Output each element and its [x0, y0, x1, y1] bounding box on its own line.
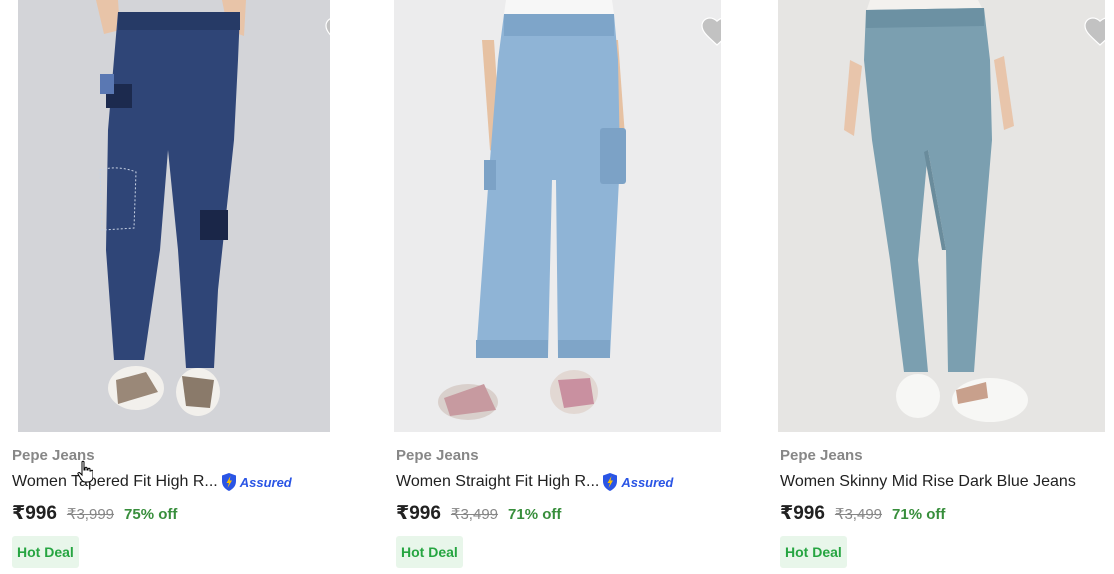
- assured-shield-icon: [221, 473, 236, 491]
- price-row: ₹996 ₹3,999 75% off: [12, 502, 177, 526]
- price-row: ₹996 ₹3,499 71% off: [780, 502, 945, 526]
- discount-percent: 71% off: [892, 506, 946, 523]
- selling-price: ₹996: [396, 503, 441, 524]
- hot-deal-badge: Hot Deal: [12, 536, 79, 568]
- original-price: ₹3,499: [834, 506, 883, 523]
- assured-badge: Assured: [601, 472, 673, 492]
- original-price: ₹3,999: [66, 506, 115, 523]
- product-title[interactable]: Women Tapered Fit High R...: [12, 473, 218, 491]
- discount-percent: 71% off: [508, 506, 562, 523]
- product-card[interactable]: Pepe Jeans Women Straight Fit High R... …: [384, 0, 724, 574]
- product-image[interactable]: [394, 0, 721, 432]
- price-row: ₹996 ₹3,499 71% off: [396, 502, 561, 526]
- selling-price: ₹996: [12, 503, 57, 524]
- wishlist-heart-icon[interactable]: [323, 12, 330, 48]
- wishlist-heart-icon[interactable]: [1082, 12, 1105, 48]
- product-image[interactable]: [18, 0, 330, 432]
- hand-cursor-icon: [77, 460, 93, 483]
- product-image[interactable]: [778, 0, 1105, 432]
- wishlist-heart-icon[interactable]: [699, 12, 721, 48]
- product-title[interactable]: Women Straight Fit High R...: [396, 473, 599, 491]
- product-grid: Pepe Jeans Women Tapered Fit High R... A…: [0, 0, 1114, 574]
- assured-shield-icon: [603, 473, 618, 491]
- assured-badge: Assured: [220, 472, 292, 492]
- product-brand: Pepe Jeans: [396, 447, 479, 464]
- assured-label: Assured: [621, 474, 674, 490]
- discount-percent: 75% off: [124, 506, 178, 523]
- product-title[interactable]: Women Skinny Mid Rise Dark Blue Jeans: [780, 473, 1076, 491]
- product-title-row[interactable]: Women Tapered Fit High R... Assured: [12, 471, 292, 493]
- hot-deal-badge: Hot Deal: [396, 536, 463, 568]
- hot-deal-badge: Hot Deal: [780, 536, 847, 568]
- assured-label: Assured: [239, 474, 292, 490]
- original-price: ₹3,499: [450, 506, 499, 523]
- product-card[interactable]: Pepe Jeans Women Tapered Fit High R... A…: [0, 0, 340, 574]
- product-card[interactable]: Pepe Jeans Women Skinny Mid Rise Dark Bl…: [768, 0, 1108, 574]
- product-title-row[interactable]: Women Straight Fit High R... Assured: [396, 471, 673, 493]
- product-title-row[interactable]: Women Skinny Mid Rise Dark Blue Jeans: [780, 471, 1076, 493]
- selling-price: ₹996: [780, 503, 825, 524]
- product-brand: Pepe Jeans: [780, 447, 863, 464]
